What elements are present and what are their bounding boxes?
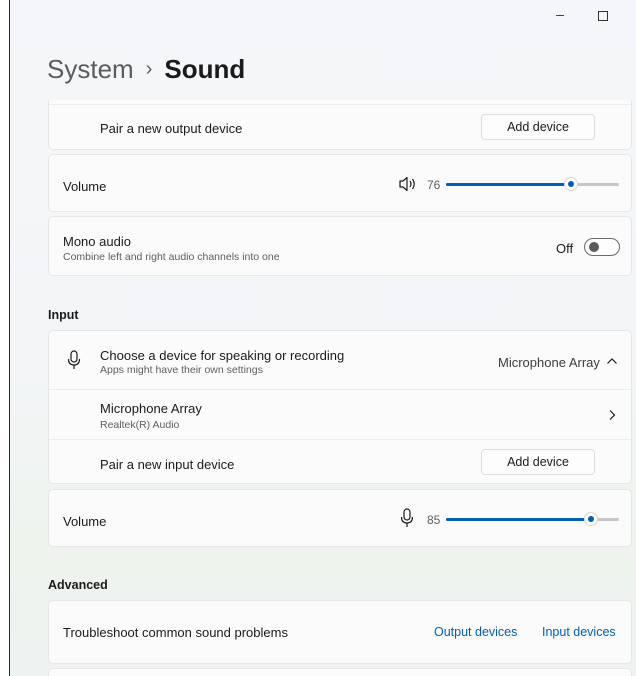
selected-input-device[interactable]: Microphone Array	[498, 355, 600, 370]
output-volume-slider[interactable]	[446, 177, 619, 191]
choose-device-subtitle: Apps might have their own settings	[100, 364, 263, 376]
output-volume-thumb[interactable]	[564, 177, 578, 191]
input-volume-thumb[interactable]	[584, 512, 598, 526]
pair-output-card: Pair a new output device Add device	[48, 100, 632, 150]
breadcrumb-separator: ›	[145, 58, 153, 80]
pair-input-label: Pair a new input device	[100, 457, 235, 472]
mono-audio-toggle[interactable]	[584, 238, 620, 256]
input-device-name[interactable]: Microphone Array	[100, 401, 202, 416]
add-output-device-button[interactable]: Add device	[481, 114, 595, 140]
divider	[49, 104, 631, 105]
troubleshoot-card: Troubleshoot common sound problems Outpu…	[48, 600, 632, 664]
speaker-icon[interactable]	[398, 176, 418, 192]
input-device-driver: Realtek(R) Audio	[100, 419, 180, 431]
troubleshoot-label: Troubleshoot common sound problems	[63, 625, 288, 640]
input-devices-link[interactable]: Input devices	[542, 625, 616, 639]
breadcrumb: System › Sound	[47, 54, 245, 85]
maximize-button[interactable]	[583, 6, 623, 24]
advanced-section-label: Advanced	[48, 578, 108, 592]
mono-audio-title: Mono audio	[63, 234, 131, 249]
input-volume-card: Volume 85	[48, 489, 632, 547]
pair-output-label: Pair a new output device	[100, 121, 243, 136]
output-volume-value: 76	[427, 178, 441, 192]
close-button[interactable]: ×	[622, 6, 636, 22]
mono-audio-card: Mono audio Combine left and right audio …	[48, 216, 632, 276]
mono-audio-subtitle: Combine left and right audio channels in…	[63, 251, 280, 263]
input-device-card: Choose a device for speaking or recordin…	[48, 330, 632, 484]
chevron-up-icon[interactable]	[606, 357, 618, 365]
outer-margin	[0, 0, 9, 676]
output-volume-fill	[446, 183, 571, 186]
divider	[49, 439, 631, 440]
input-volume-value: 85	[427, 513, 441, 527]
input-volume-slider[interactable]	[446, 512, 619, 526]
input-volume-label: Volume	[63, 514, 107, 529]
choose-device-title: Choose a device for speaking or recordin…	[100, 348, 345, 363]
maximize-icon	[598, 11, 608, 21]
next-card	[48, 668, 632, 676]
add-input-device-button[interactable]: Add device	[481, 449, 595, 475]
microphone-icon[interactable]	[400, 508, 414, 528]
minimize-button[interactable]: –	[540, 6, 580, 22]
output-devices-link[interactable]: Output devices	[434, 625, 517, 639]
input-section-label: Input	[48, 308, 79, 322]
microphone-icon	[67, 350, 81, 369]
input-volume-fill	[446, 518, 591, 521]
output-volume-card: Volume 76	[48, 154, 632, 212]
divider	[49, 389, 631, 390]
page-title: Sound	[164, 54, 246, 84]
mono-audio-state: Off	[556, 241, 574, 256]
settings-window: – × System › Sound Pair a new output dev…	[9, 0, 636, 676]
output-volume-label: Volume	[63, 179, 107, 194]
breadcrumb-parent[interactable]: System	[47, 54, 134, 85]
chevron-right-icon[interactable]	[608, 409, 616, 421]
